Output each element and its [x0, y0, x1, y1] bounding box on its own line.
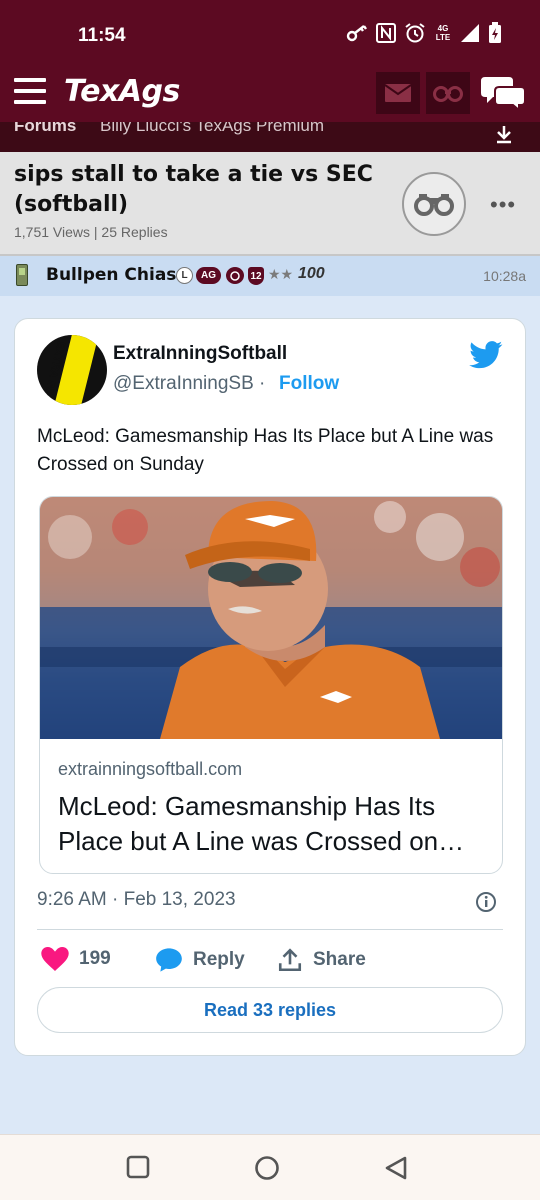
app-bar: TexAgs	[0, 64, 540, 122]
twelfth-man-badge: 12	[248, 267, 264, 285]
binoculars-icon[interactable]	[426, 72, 470, 114]
battery-icon	[488, 22, 502, 44]
reply-bubble-icon	[156, 948, 182, 972]
arrow-down-icon[interactable]	[494, 124, 514, 149]
nfc-icon	[376, 23, 396, 43]
read-replies-button[interactable]: Read 33 replies	[37, 987, 503, 1033]
follow-button[interactable]: Follow	[279, 373, 339, 395]
tweet-handle-separator: ·	[259, 373, 266, 394]
thread-title: sips stall to take a tie vs SEC (softbal…	[14, 162, 373, 217]
like-button[interactable]: 199	[41, 947, 111, 971]
post-time: 10:28a	[483, 268, 526, 284]
status-icons: 4G LTE	[346, 22, 502, 44]
breadcrumb: Forums Billy Liucci's TexAgs Premium	[0, 122, 540, 152]
tweet-avatar[interactable]: EXTRA INNING	[37, 335, 107, 405]
watch-thread-button[interactable]	[402, 172, 466, 236]
post-username[interactable]: Bullpen Chias	[46, 265, 176, 285]
article-photo	[40, 497, 502, 739]
rating-stars: ★★	[268, 266, 294, 282]
menu-icon[interactable]	[14, 78, 46, 104]
thread-meta: 1,751 Views | 25 Replies	[14, 224, 168, 240]
info-icon[interactable]	[475, 891, 497, 918]
share-label: Share	[313, 949, 366, 970]
mail-icon[interactable]	[376, 72, 420, 114]
signal-icon	[460, 23, 480, 43]
link-title: McLeod: Gamesmanship Has Its Place but A…	[58, 791, 465, 856]
tweet-divider	[37, 929, 503, 930]
embedded-tweet: EXTRA INNING ExtraInningSoftball @ExtraI…	[14, 318, 526, 1056]
tweet-date[interactable]: 9:26 AM · Feb 13, 2023	[37, 889, 236, 911]
tweet-author-handle[interactable]: @ExtraInningSB ·	[113, 373, 265, 395]
system-nav-bar	[0, 1134, 540, 1200]
thread-header: sips stall to take a tie vs SEC (softbal…	[0, 152, 540, 256]
breadcrumb-forum[interactable]: Billy Liucci's TexAgs Premium	[100, 122, 324, 136]
hundred-badge: 100	[298, 265, 325, 282]
share-button[interactable]: Share	[277, 947, 366, 973]
back-icon[interactable]	[384, 1155, 408, 1186]
link-preview-card[interactable]: extrainningsoftball.com McLeod: Gamesman…	[39, 496, 503, 874]
network-type-icon: 4G LTE	[435, 24, 451, 42]
reply-label: Reply	[193, 949, 245, 970]
texags-logo[interactable]: TexAgs	[64, 74, 180, 109]
status-bar: 11:54 4G LTE	[0, 0, 540, 64]
binoculars-icon	[414, 194, 454, 216]
share-icon	[278, 948, 302, 972]
ag-badge: AG	[196, 267, 221, 284]
tweet-text: McLeod: Gamesmanship Has Its Place but A…	[37, 426, 494, 475]
tweet-handle-text: @ExtraInningSB	[113, 373, 254, 394]
link-domain: extrainningsoftball.com	[58, 759, 243, 779]
chat-icon[interactable]	[478, 72, 528, 114]
status-time: 11:54	[78, 25, 126, 46]
post-header: Bullpen Chias L AG 12 ★★ 100 10:28a	[0, 256, 540, 296]
phone-icon	[16, 264, 28, 286]
seal-badge-icon	[226, 267, 244, 284]
recents-icon[interactable]	[126, 1155, 150, 1184]
heart-icon	[41, 947, 69, 971]
twitter-bird-icon[interactable]	[469, 341, 503, 374]
alarm-icon	[404, 22, 426, 44]
key-icon	[346, 24, 368, 42]
like-count: 199	[79, 948, 111, 969]
breadcrumb-forums[interactable]: Forums	[14, 122, 76, 136]
home-icon[interactable]	[254, 1155, 280, 1186]
more-options-icon[interactable]: •••	[490, 192, 516, 218]
tweet-author-name[interactable]: ExtraInningSoftball	[113, 343, 287, 365]
reply-button[interactable]: Reply	[155, 947, 245, 973]
lifetime-badge: L	[176, 267, 193, 284]
